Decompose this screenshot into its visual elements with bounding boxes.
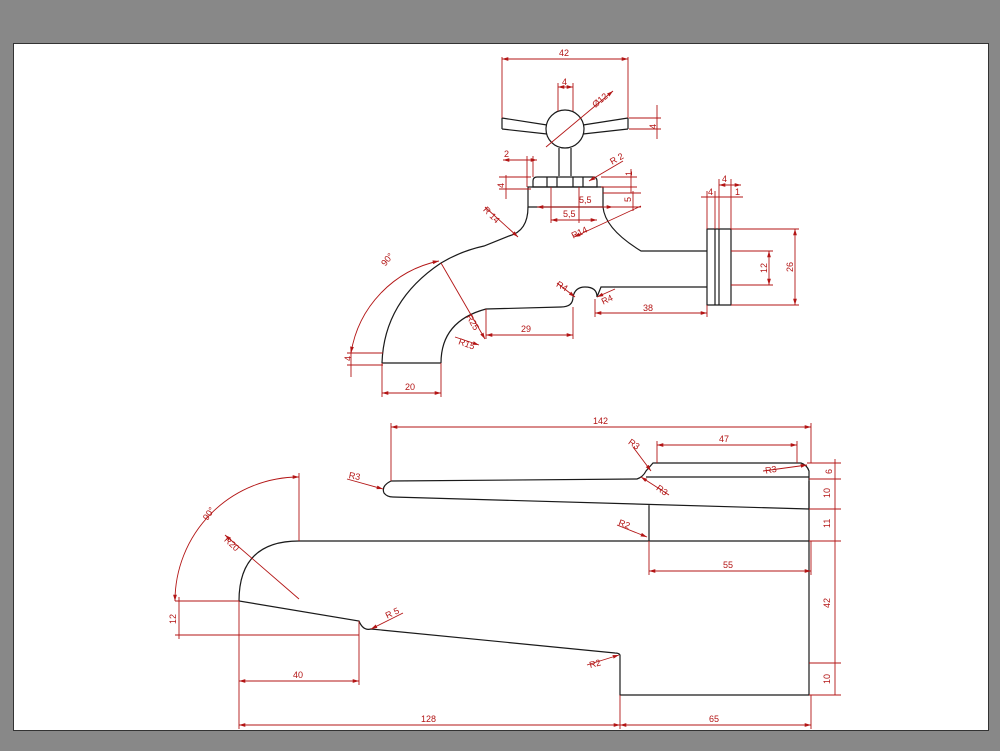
dim-cap-width: 47 [719, 434, 729, 444]
dim-radius-r3-d: R3 [348, 470, 361, 482]
dim-h6: 6 [824, 469, 834, 474]
dim-radius-r2-a: R2 [617, 518, 631, 531]
dim-handle-thick: 4 [648, 124, 658, 129]
spout-cap-line [646, 476, 810, 509]
dim-flange-outer: 26 [785, 262, 795, 272]
flange [706, 228, 732, 306]
technical-drawing: 42 4 Ø12 4 2 4 R 2 1 5,5 5,5 5 R 14 R14 … [168, 48, 841, 729]
nut [532, 176, 598, 188]
dim-nut-left: 2 [504, 149, 509, 159]
dim-radius-r3-b: R3 [654, 483, 669, 498]
dim-radius-r25: R25 [464, 313, 481, 332]
top-dimensions: 42 4 Ø12 4 2 4 R 2 1 5,5 5,5 5 R 14 R14 … [343, 48, 799, 397]
dim-flange-inner: 12 [759, 263, 769, 273]
dim-radius-r2-b: R2 [588, 657, 602, 670]
spout-outline [238, 462, 810, 696]
side-view-spout: 142 47 R3 R3 R3 R3 6 10 11 42 10 R2 90° … [168, 416, 841, 729]
dim-spout-12: 12 [168, 614, 178, 624]
dim-radius-r3-c: R3 [764, 464, 777, 476]
dim-total-top: 142 [593, 416, 608, 426]
dim-flange-w: 4 [722, 174, 727, 184]
dim-nut-right: 1 [624, 171, 634, 176]
dim-stem-top: 4 [562, 77, 567, 87]
dim-h42: 42 [822, 598, 832, 608]
dim-seg-40: 40 [293, 670, 303, 680]
dim-seg-128: 128 [421, 714, 436, 724]
dim-angle-top: 90° [379, 251, 396, 268]
dim-radius-r14: R14 [570, 225, 589, 241]
stem [558, 148, 572, 176]
dim-h10b: 10 [822, 674, 832, 684]
dim-seg-55: 55 [723, 560, 733, 570]
dim-h10a: 10 [822, 488, 832, 498]
bonnet [527, 186, 604, 208]
dim-nut-w2: 5,5 [563, 209, 576, 219]
dim-flange-a: 4 [708, 187, 713, 197]
dim-flange-b: 1 [735, 187, 740, 197]
dim-radius-r14-top: R 14 [481, 205, 502, 226]
dim-radius-r15: R15 [457, 337, 476, 352]
dim-knob-diameter: Ø12 [590, 91, 609, 110]
dim-radius-r20: R20 [222, 535, 241, 553]
top-view-faucet: 42 4 Ø12 4 2 4 R 2 1 5,5 5,5 5 R 14 R14 … [343, 48, 799, 397]
dim-handle-width: 42 [559, 48, 569, 58]
dim-nut-height: 4 [496, 183, 506, 188]
dim-radius-r2: R 2 [608, 151, 625, 167]
dim-radius-r5: R 5 [384, 606, 401, 621]
dim-angle-side: 90° [201, 505, 217, 522]
dim-pipe-len: 38 [643, 303, 653, 313]
drawing-sheet: 42 4 Ø12 4 2 4 R 2 1 5,5 5,5 5 R 14 R14 … [13, 43, 989, 731]
dim-radius-r3-a: R3 [626, 437, 641, 452]
dim-nut-w1: 5,5 [579, 195, 592, 205]
dim-spout-lip: 4 [343, 356, 353, 361]
dim-seg-29: 29 [521, 324, 531, 334]
faucet-body [381, 206, 707, 364]
dim-h11: 11 [822, 519, 832, 528]
dim-nut-side: 5 [623, 197, 633, 202]
dim-seg-65: 65 [709, 714, 719, 724]
dim-spout-width: 20 [405, 382, 415, 392]
